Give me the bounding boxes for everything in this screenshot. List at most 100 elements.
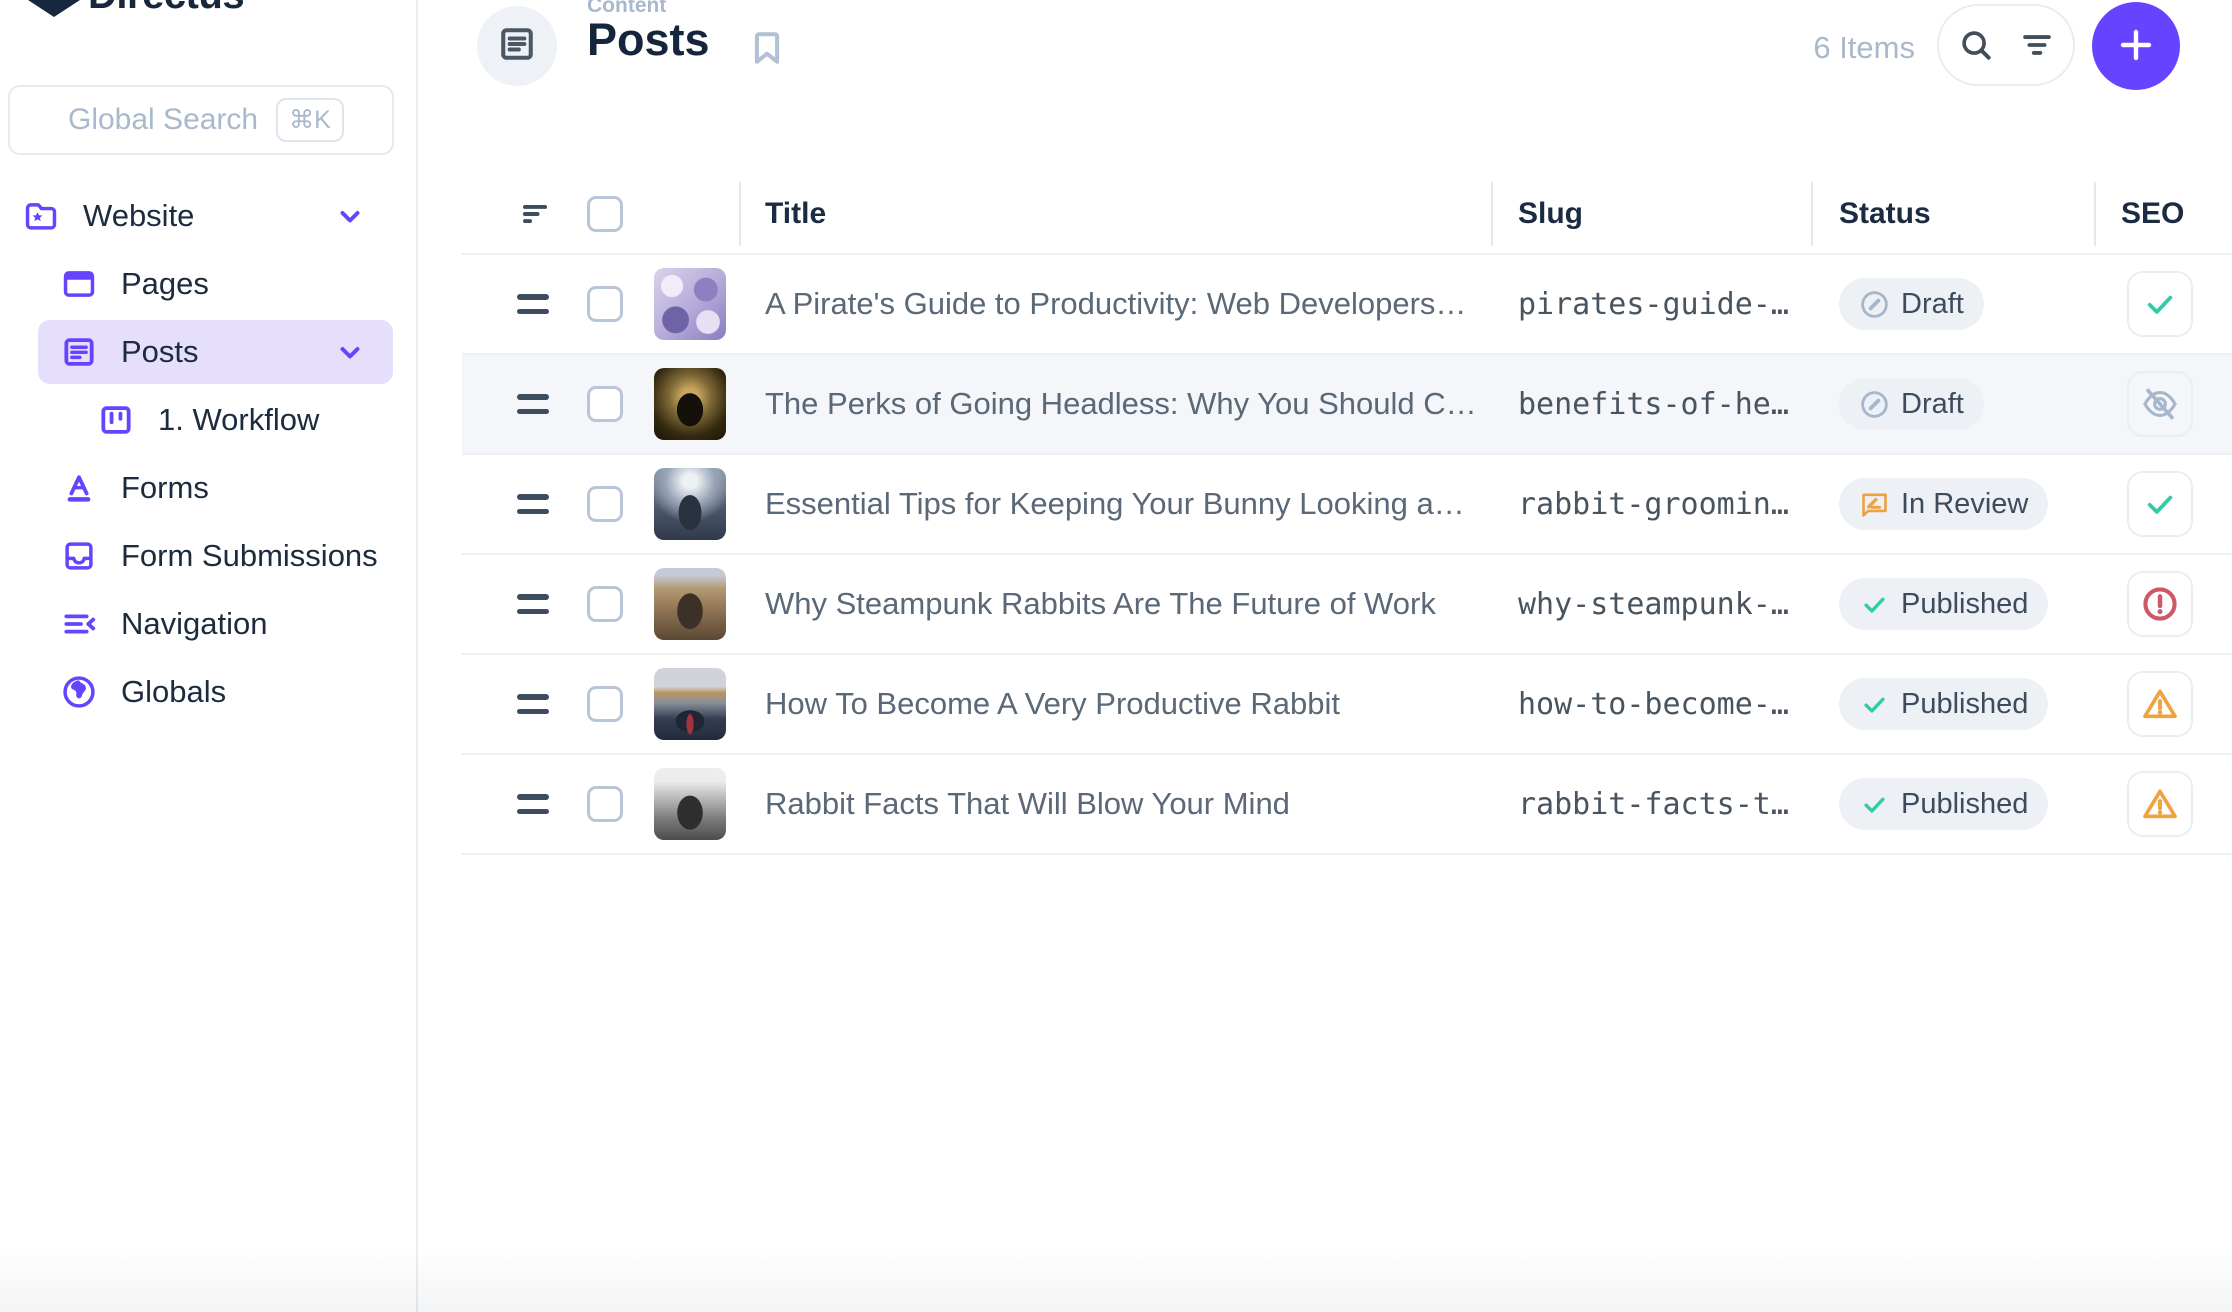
bookmark-icon[interactable] xyxy=(745,26,789,70)
row-checkbox[interactable] xyxy=(587,586,623,622)
chevron-down-icon[interactable] xyxy=(332,334,368,370)
drag-handle-icon[interactable] xyxy=(517,494,553,514)
sidebar-item-label: Forms xyxy=(121,470,209,506)
column-header-title[interactable]: Title xyxy=(739,182,1491,246)
column-header-status[interactable]: Status xyxy=(1811,182,2094,246)
sidebar-item-label: Posts xyxy=(121,334,199,370)
plus-icon xyxy=(2112,21,2160,72)
draft-icon xyxy=(1859,289,1890,320)
post-slug: rabbit-facts-t… xyxy=(1518,787,1839,822)
status-badge: Published xyxy=(1839,678,2048,730)
inbox-icon xyxy=(60,537,98,575)
sidebar-item-workflow[interactable]: 1. Workflow xyxy=(0,386,416,454)
table-header-row: Title Slug Status SEO xyxy=(462,175,2232,255)
forms-icon xyxy=(60,469,98,507)
sidebar-item-globals[interactable]: Globals xyxy=(0,658,416,726)
post-title: Why Steampunk Rabbits Are The Future of … xyxy=(765,586,1518,622)
add-item-button[interactable] xyxy=(2092,2,2180,90)
check-icon xyxy=(1859,689,1890,720)
items-count: 6 Items xyxy=(1813,30,1915,66)
posts-table: Title Slug Status SEO A Pirate's Guide t… xyxy=(462,175,2232,855)
main-content: Content Posts 6 Items xyxy=(420,0,2232,1312)
post-title: Rabbit Facts That Will Blow Your Mind xyxy=(765,786,1518,822)
post-slug: why-steampunk-… xyxy=(1518,587,1839,622)
sidebar-item-form-submissions[interactable]: Form Submissions xyxy=(0,522,416,590)
table-row[interactable]: The Perks of Going Headless: Why You Sho… xyxy=(462,355,2232,455)
sidebar-item-label: Website xyxy=(83,198,194,234)
check-icon xyxy=(1859,789,1890,820)
sidebar-item-label: Globals xyxy=(121,674,226,710)
workflow-kanban-icon xyxy=(97,401,135,439)
status-badge: Published xyxy=(1839,578,2048,630)
seo-status-indicator xyxy=(2127,471,2193,537)
sidebar-item-label: Navigation xyxy=(121,606,267,642)
review-icon xyxy=(1859,489,1890,520)
filter-icon[interactable] xyxy=(2018,26,2056,64)
warning-icon xyxy=(2141,785,2179,823)
row-thumbnail xyxy=(654,568,726,640)
row-checkbox[interactable] xyxy=(587,286,623,322)
row-checkbox[interactable] xyxy=(587,386,623,422)
column-header-slug[interactable]: Slug xyxy=(1491,182,1811,246)
row-thumbnail xyxy=(654,768,726,840)
table-row[interactable]: Essential Tips for Keeping Your Bunny Lo… xyxy=(462,455,2232,555)
drag-handle-icon[interactable] xyxy=(517,694,553,714)
folder-star-icon xyxy=(22,197,60,235)
posts-icon xyxy=(60,333,98,371)
table-row[interactable]: Why Steampunk Rabbits Are The Future of … xyxy=(462,555,2232,655)
page-title: Posts xyxy=(587,14,710,66)
post-slug: rabbit-groomin… xyxy=(1518,487,1839,522)
row-checkbox[interactable] xyxy=(587,486,623,522)
check-icon xyxy=(2141,485,2179,523)
drag-handle-icon[interactable] xyxy=(517,594,553,614)
post-title: How To Become A Very Productive Rabbit xyxy=(765,686,1518,722)
sidebar-item-website[interactable]: Website xyxy=(0,182,416,250)
status-badge: Draft xyxy=(1839,278,1984,330)
seo-status-indicator xyxy=(2127,571,2193,637)
table-row[interactable]: A Pirate's Guide to Productivity: Web De… xyxy=(462,255,2232,355)
drag-handle-icon[interactable] xyxy=(517,294,553,314)
row-thumbnail xyxy=(654,668,726,740)
pages-icon xyxy=(60,265,98,303)
search-icon[interactable] xyxy=(1957,26,1995,64)
directus-app: Directus Global Search ⌘K Website xyxy=(0,0,2232,1312)
drag-handle-icon[interactable] xyxy=(517,394,553,414)
status-badge: In Review xyxy=(1839,478,2048,530)
row-thumbnail xyxy=(654,368,726,440)
global-search-input[interactable]: Global Search ⌘K xyxy=(8,85,394,155)
sidebar-item-pages[interactable]: Pages xyxy=(0,250,416,318)
draft-icon xyxy=(1859,389,1890,420)
table-row[interactable]: How To Become A Very Productive Rabbit h… xyxy=(462,655,2232,755)
sidebar-item-forms[interactable]: Forms xyxy=(0,454,416,522)
globe-icon xyxy=(60,673,98,711)
select-all-checkbox[interactable] xyxy=(587,196,623,232)
row-checkbox[interactable] xyxy=(587,686,623,722)
search-shortcut-badge: ⌘K xyxy=(276,98,344,142)
seo-status-indicator xyxy=(2127,771,2193,837)
chevron-down-icon[interactable] xyxy=(332,198,368,234)
directus-logo-icon xyxy=(28,0,80,17)
row-thumbnail xyxy=(654,468,726,540)
post-title: Essential Tips for Keeping Your Bunny Lo… xyxy=(765,486,1518,522)
sidebar-item-label: Pages xyxy=(121,266,209,302)
post-slug: how-to-become-… xyxy=(1518,687,1839,722)
post-slug: benefits-of-he… xyxy=(1518,387,1839,422)
article-icon xyxy=(495,22,539,71)
sidebar-item-posts[interactable]: Posts xyxy=(0,318,416,386)
check-icon xyxy=(1859,589,1890,620)
drag-handle-icon[interactable] xyxy=(517,794,553,814)
app-name: Directus xyxy=(88,0,244,18)
row-checkbox[interactable] xyxy=(587,786,623,822)
table-row[interactable]: Rabbit Facts That Will Blow Your Mind ra… xyxy=(462,755,2232,855)
column-header-seo[interactable]: SEO xyxy=(2094,182,2232,246)
post-title: A Pirate's Guide to Productivity: Web De… xyxy=(765,286,1518,322)
sidebar-item-navigation[interactable]: Navigation xyxy=(0,590,416,658)
sidebar-item-label: Form Submissions xyxy=(121,538,378,574)
search-filter-pill xyxy=(1937,4,2075,86)
sidebar: Directus Global Search ⌘K Website xyxy=(0,0,418,1312)
seo-status-indicator xyxy=(2127,271,2193,337)
manual-sort-icon[interactable] xyxy=(517,196,553,232)
collection-icon-button[interactable] xyxy=(477,6,557,86)
status-badge: Published xyxy=(1839,778,2048,830)
sidebar-item-label: 1. Workflow xyxy=(158,402,319,438)
